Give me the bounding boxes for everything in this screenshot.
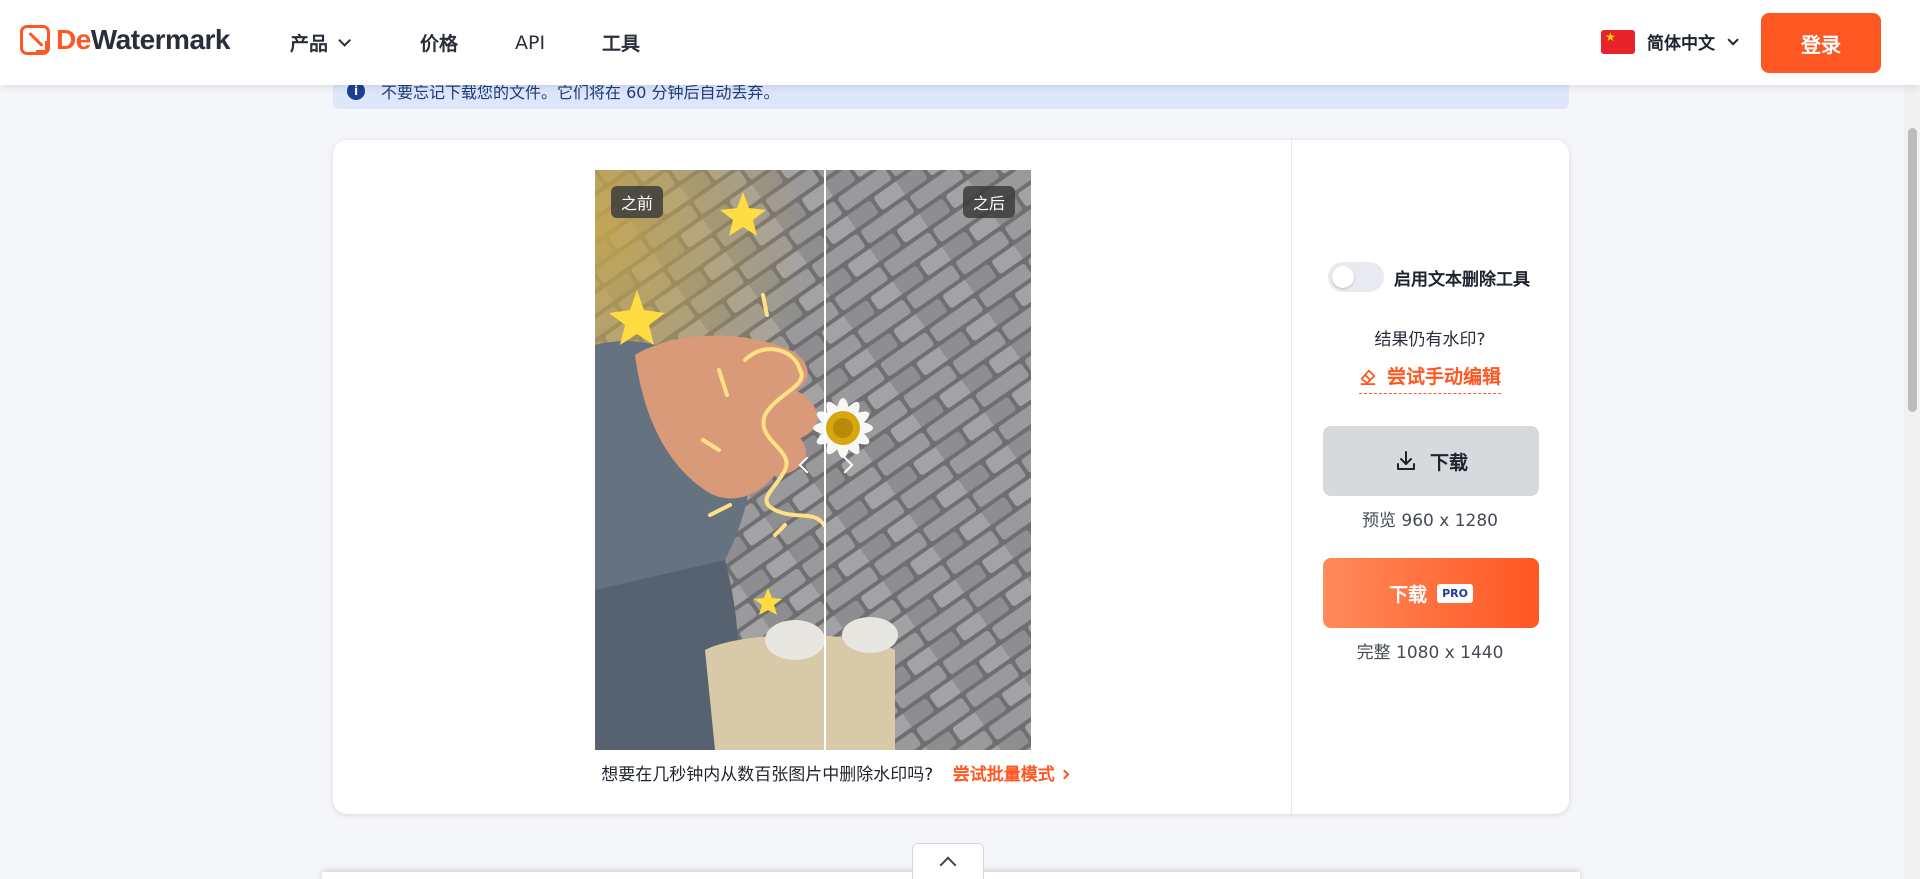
text-removal-toggle-label: 启用文本删除工具: [1394, 269, 1530, 290]
login-button[interactable]: 登录: [1761, 13, 1881, 73]
logo-icon: [20, 25, 50, 55]
download-pro-button[interactable]: 下载 PRO: [1323, 558, 1539, 628]
top-navigation-bar: DeWatermark 产品 价格 API 工具 简体中文 登录: [0, 0, 1920, 85]
eraser-icon: [1360, 369, 1376, 385]
full-size-text: 完整 1080 x 1440: [1356, 643, 1504, 663]
after-label: 之后: [962, 186, 1015, 218]
chevron-down-icon: [1727, 33, 1739, 46]
nav-tools-link[interactable]: 工具: [602, 0, 640, 85]
chevron-down-icon: [338, 34, 352, 47]
photo-preview: [595, 170, 1031, 750]
chevron-up-icon: [939, 856, 957, 874]
panel-divider: [1291, 140, 1292, 814]
dewatermark-logo[interactable]: DeWatermark: [20, 24, 231, 56]
nav-pricing-link[interactable]: 价格: [420, 0, 458, 85]
download-pro-label: 下载: [1389, 583, 1428, 606]
try-bulk-mode-link[interactable]: 尝试批量模式: [953, 765, 1070, 785]
before-after-image-compare[interactable]: 之前 之后: [595, 170, 1031, 750]
language-label: 简体中文: [1647, 34, 1715, 54]
try-manual-edit-link[interactable]: 尝试手动编辑: [1358, 362, 1501, 394]
logo-text: DeWatermark: [56, 24, 231, 55]
still-watermark-question: 结果仍有水印?: [1374, 330, 1486, 350]
chevron-right-icon: [1059, 769, 1070, 780]
bulk-prompt-text: 想要在几秒钟内从数百张图片中删除水印吗?: [601, 765, 934, 785]
compare-split-handle[interactable]: [824, 170, 826, 750]
nav-products-menu[interactable]: 产品: [290, 0, 352, 85]
download-preview-label: 下载: [1429, 451, 1468, 474]
language-selector[interactable]: 简体中文: [1601, 29, 1739, 54]
text-removal-toggle[interactable]: [1328, 262, 1384, 292]
page-scrollbar[interactable]: [1904, 0, 1920, 879]
scrollbar-thumb[interactable]: [1908, 128, 1917, 412]
collapse-panel-button[interactable]: [912, 843, 984, 879]
download-icon: [1396, 451, 1415, 470]
pro-badge: PRO: [1437, 583, 1473, 603]
china-flag-icon: [1601, 29, 1635, 54]
manual-edit-row: 尝试手动编辑: [1291, 362, 1569, 394]
nav-api-link[interactable]: API: [515, 0, 545, 85]
preview-size-text: 预览 960 x 1280: [1362, 511, 1498, 531]
text-removal-toggle-row: 启用文本删除工具: [1328, 262, 1530, 292]
nav-products-label: 产品: [290, 33, 329, 55]
editor-card: 之前 之后 想要在几秒钟内从数百张图片中删除水印吗? 尝试批量模式 启用文本删除…: [333, 140, 1569, 814]
download-preview-button[interactable]: 下载: [1323, 426, 1539, 496]
before-label: 之前: [611, 186, 664, 218]
bulk-mode-prompt: 想要在几秒钟内从数百张图片中删除水印吗? 尝试批量模式: [333, 760, 1291, 785]
